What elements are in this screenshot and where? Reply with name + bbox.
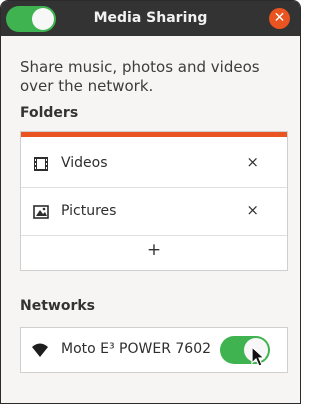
description-text: Share music, photos and videos over the …: [20, 58, 260, 95]
remove-folder-button[interactable]: ×: [246, 153, 259, 171]
add-folder-button[interactable]: +: [21, 240, 287, 260]
film-icon: [34, 157, 48, 171]
mouse-cursor-icon: [251, 346, 266, 367]
title-bar: Media Sharing ✕: [1, 1, 300, 36]
close-button[interactable]: ✕: [269, 8, 290, 29]
folder-label: Pictures: [61, 203, 117, 219]
network-row[interactable]: Moto E³ POWER 7602: [20, 327, 288, 373]
window-title: Media Sharing: [93, 10, 208, 26]
networks-heading: Networks: [20, 298, 96, 314]
remove-folder-button[interactable]: ×: [246, 201, 259, 219]
network-name: Moto E³ POWER 7602: [61, 341, 212, 357]
close-icon: ✕: [273, 10, 286, 26]
image-icon: [33, 205, 49, 219]
folder-row-pictures[interactable]: Pictures ×: [21, 189, 287, 236]
folders-heading: Folders: [20, 105, 79, 121]
folder-label: Videos: [61, 155, 108, 171]
wifi-icon: [32, 343, 48, 357]
folder-row-videos[interactable]: Videos ×: [21, 141, 287, 188]
media-sharing-window: Media Sharing ✕ Share music, photos and …: [0, 0, 301, 404]
selection-accent-bar: [21, 132, 287, 137]
folders-list: Videos × Pictures × +: [20, 131, 288, 271]
